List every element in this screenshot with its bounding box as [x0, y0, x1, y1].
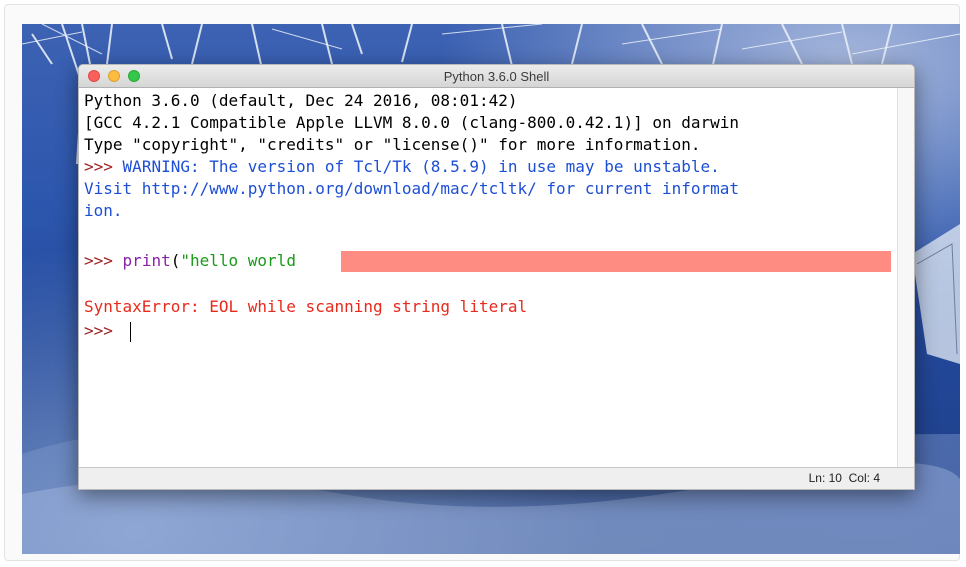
- warning-text: WARNING: The version of Tcl/Tk (8.5.9) i…: [122, 157, 720, 176]
- error-message: SyntaxError: EOL while scanning string l…: [84, 297, 528, 316]
- warning-line: Visit http://www.python.org/download/mac…: [84, 179, 740, 198]
- banner-line: [GCC 4.2.1 Compatible Apple LLVM 8.0.0 (…: [84, 113, 740, 132]
- vertical-scrollbar[interactable]: [897, 88, 914, 467]
- banner-line: Type "copyright", "credits" or "license(…: [84, 135, 701, 154]
- active-prompt[interactable]: >>>: [84, 320, 123, 342]
- keyword-token: print: [122, 251, 171, 270]
- shell-prompt: >>>: [84, 157, 113, 176]
- input-line: >>> print("hello world: [84, 250, 296, 272]
- warning-line: >>> WARNING: The version of Tcl/Tk (8.5.…: [84, 156, 720, 178]
- shell-prompt: >>>: [84, 251, 113, 270]
- paren-token: (: [170, 251, 181, 270]
- cursor-position: Ln: 10 Col: 4: [808, 471, 880, 485]
- status-bar: Ln: 10 Col: 4: [79, 467, 914, 489]
- window-title: Python 3.6.0 Shell: [443, 69, 550, 84]
- error-highlight: [341, 251, 891, 272]
- banner-line: Python 3.6.0 (default, Dec 24 2016, 08:0…: [84, 91, 518, 110]
- text-cursor: [130, 322, 131, 342]
- title-bar[interactable]: Python 3.6.0 Shell: [79, 65, 914, 88]
- string-token: "hello world: [180, 251, 296, 270]
- warning-line: ion.: [84, 201, 123, 220]
